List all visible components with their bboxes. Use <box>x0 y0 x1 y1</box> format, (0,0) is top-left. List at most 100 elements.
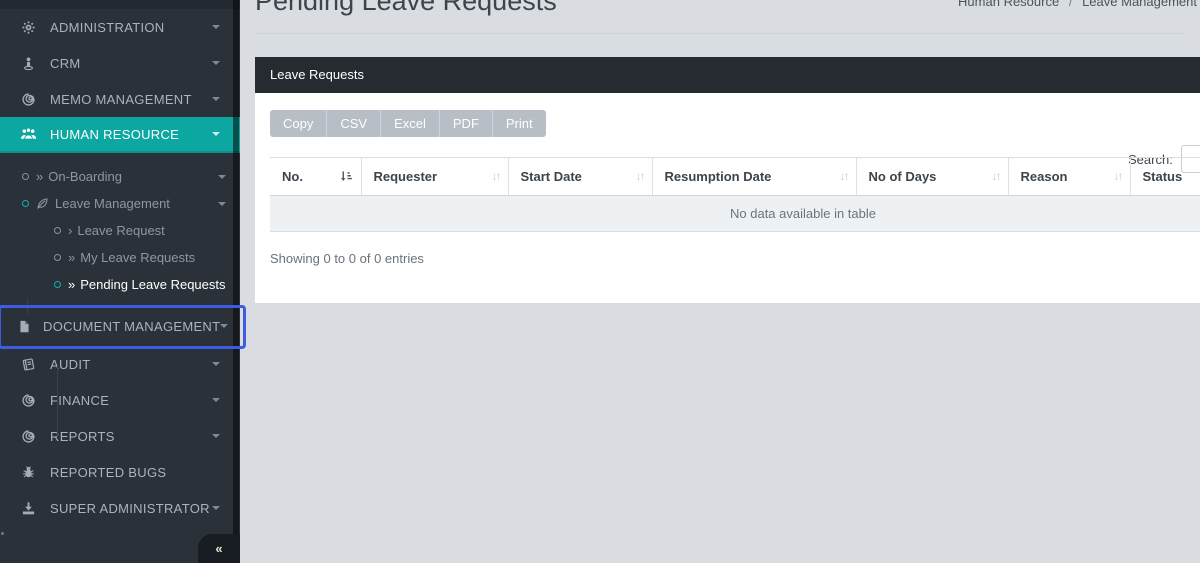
sort-both-icon: ↓↑ <box>991 169 1002 183</box>
sidebar-item-label: Leave Management <box>55 196 170 211</box>
column-header-requester[interactable]: Requester ↓↑ <box>360 157 508 196</box>
page-title: Pending Leave Requests <box>255 0 557 16</box>
panel-header: Leave Requests <box>255 57 1200 93</box>
download-icon <box>18 501 38 516</box>
sidebar-item-document-management[interactable]: DOCUMENT MANAGEMENT <box>0 306 240 346</box>
sidebar-item-audit[interactable]: AUDIT <box>0 346 240 382</box>
leave-requests-panel: Leave Requests Copy CSV Excel PDF Print … <box>255 57 1200 303</box>
gear-icon <box>18 20 38 35</box>
chevrons-icon: » <box>36 169 44 184</box>
csv-button[interactable]: CSV <box>327 110 382 137</box>
bug-icon <box>18 465 38 480</box>
scroll-dot <box>1 532 4 535</box>
column-label: Resumption Date <box>664 169 772 184</box>
column-header-resumption-date[interactable]: Resumption Date ↓↑ <box>651 157 856 196</box>
caret-down-icon <box>212 434 220 442</box>
app-root: ADMINISTRATION CRM MEMO MANAGEMENT HUMAN… <box>0 0 1200 563</box>
print-button[interactable]: Print <box>492 110 546 137</box>
circle-bullet-icon <box>22 173 29 180</box>
column-header-reason[interactable]: Reason ↓↑ <box>1007 157 1130 196</box>
table-header-row: No. Requester ↓↑ Start Date ↓↑ Resumptio… <box>270 157 1200 196</box>
export-button-group: Copy CSV Excel PDF Print <box>270 110 546 137</box>
caret-down-icon <box>212 97 220 105</box>
entries-info: Showing 0 to 0 of 0 entries <box>270 251 424 266</box>
circle-bullet-icon <box>54 227 61 234</box>
breadcrumb: Human Resource / Leave Management <box>958 0 1197 9</box>
sidebar-item-label: REPORTED BUGS <box>50 464 167 480</box>
excel-button[interactable]: Excel <box>381 110 440 137</box>
sidebar-item-label: HUMAN RESOURCE <box>50 126 180 142</box>
sidebar-item-label: My Leave Requests <box>80 250 196 265</box>
file-icon <box>18 319 31 334</box>
human-resource-submenu: » On-Boarding Leave Management › Leave R… <box>0 153 240 437</box>
book-icon <box>18 357 38 372</box>
pdf-button[interactable]: PDF <box>439 110 493 137</box>
sidebar-item-super-administrator[interactable]: SUPER ADMINISTRATOR <box>0 490 240 526</box>
sidebar-item-administration[interactable]: ADMINISTRATION <box>0 9 240 45</box>
collapse-chevrons-icon: « <box>215 541 223 556</box>
column-label: No. <box>282 169 303 184</box>
chevrons-icon: » <box>68 250 76 265</box>
sidebar-item-pending-leave-requests[interactable]: » Pending Leave Requests <box>0 271 240 298</box>
sidebar-item-label: On-Boarding <box>48 169 122 184</box>
chevrons-icon: » <box>68 277 76 292</box>
sidebar-item-memo-management[interactable]: MEMO MANAGEMENT <box>0 81 240 117</box>
column-header-no-of-days[interactable]: No of Days ↓↑ <box>855 157 1008 196</box>
sidebar-item-reported-bugs[interactable]: REPORTED BUGS <box>0 454 240 490</box>
sort-both-icon: ↓↑ <box>1113 169 1124 183</box>
sidebar-item-leave-request[interactable]: › Leave Request <box>0 217 240 244</box>
sidebar-item-label: DOCUMENT MANAGEMENT <box>43 318 221 334</box>
users-icon <box>18 127 38 141</box>
breadcrumb-item: Leave Management <box>1082 0 1197 9</box>
sidebar: ADMINISTRATION CRM MEMO MANAGEMENT HUMAN… <box>0 0 240 563</box>
caret-down-icon <box>212 398 220 406</box>
column-label: Reason <box>1020 169 1068 184</box>
caret-down-icon <box>212 61 220 69</box>
sidebar-item-my-leave-requests[interactable]: » My Leave Requests <box>0 244 240 271</box>
spiral-icon <box>18 393 38 408</box>
sort-both-icon: ↓↑ <box>839 169 850 183</box>
caret-down-icon <box>220 324 229 332</box>
caret-down-icon <box>218 201 226 210</box>
column-header-no[interactable]: No. <box>270 157 361 196</box>
sidebar-item-human-resource[interactable]: HUMAN RESOURCE <box>0 117 240 153</box>
tree-guide-line <box>57 365 58 437</box>
title-divider <box>255 33 1185 34</box>
sidebar-item-label: Leave Request <box>77 223 165 238</box>
caret-down-icon <box>212 25 220 33</box>
leaf-icon <box>36 197 49 210</box>
sidebar-item-reports[interactable]: REPORTS <box>0 418 240 454</box>
sidebar-item-label: CRM <box>50 55 81 71</box>
circle-bullet-icon <box>54 281 61 288</box>
sidebar-top-strip <box>0 0 240 9</box>
copy-button[interactable]: Copy <box>270 110 328 137</box>
caret-down-icon <box>218 174 226 183</box>
spiral-icon <box>18 92 38 107</box>
breadcrumb-item[interactable]: Human Resource <box>958 0 1059 9</box>
caret-down-icon <box>212 362 220 370</box>
caret-down-icon <box>212 132 220 140</box>
circle-bullet-icon <box>54 254 61 261</box>
sidebar-item-finance[interactable]: FINANCE <box>0 382 240 418</box>
sidebar-item-leave-management[interactable]: Leave Management <box>0 190 240 217</box>
column-header-start-date[interactable]: Start Date ↓↑ <box>507 157 652 196</box>
sidebar-item-on-boarding[interactable]: » On-Boarding <box>0 163 240 190</box>
main-content: Pending Leave Requests Human Resource / … <box>240 0 1200 563</box>
sort-amount-icon <box>340 170 353 186</box>
chevron-icon: › <box>68 223 73 238</box>
spiral-icon <box>18 429 38 444</box>
sidebar-scrollbar[interactable] <box>233 0 239 563</box>
panel-body: Copy CSV Excel PDF Print Search: No. Req… <box>255 93 1200 303</box>
sidebar-item-label: SUPER ADMINISTRATOR <box>50 500 210 516</box>
tree-guide-line <box>27 300 28 314</box>
sidebar-collapse-button[interactable]: « <box>198 534 240 563</box>
column-label: Status <box>1142 169 1183 184</box>
table-empty-row: No data available in table <box>270 195 1200 232</box>
column-header-status[interactable]: Status <box>1129 157 1200 196</box>
sidebar-item-crm[interactable]: CRM <box>0 45 240 81</box>
sidebar-item-label: ADMINISTRATION <box>50 19 165 35</box>
sidebar-item-label: Pending Leave Requests <box>80 277 226 292</box>
sort-both-icon: ↓↑ <box>635 169 646 183</box>
breadcrumb-separator: / <box>1068 0 1073 9</box>
caret-down-icon <box>212 506 220 514</box>
